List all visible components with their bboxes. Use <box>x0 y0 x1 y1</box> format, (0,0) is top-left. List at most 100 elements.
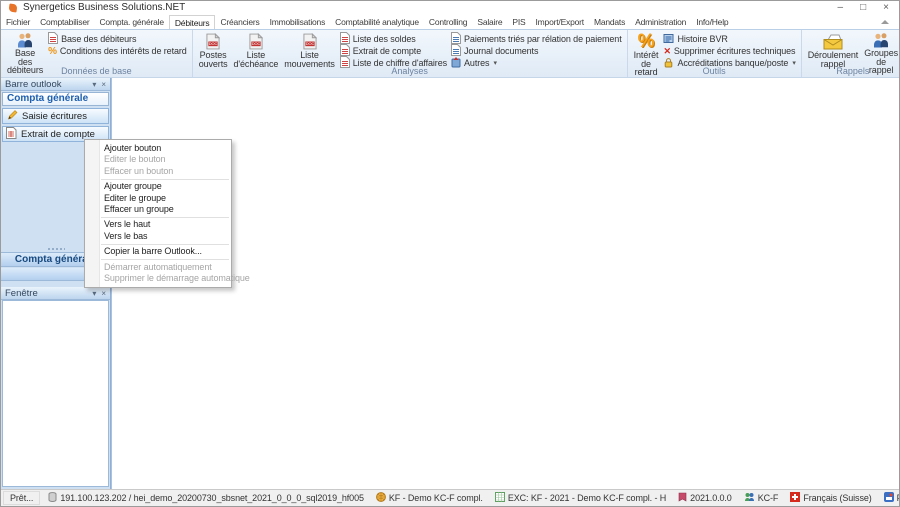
tab-creanciers[interactable]: Créanciers <box>215 15 264 29</box>
minimize-button[interactable]: – <box>838 1 844 14</box>
status-text: KF - Demo KC-F compl. <box>388 493 483 503</box>
menu-item-editer-le-groupe[interactable]: Editer le groupe <box>85 193 231 204</box>
group-label: Analyses <box>391 66 428 76</box>
app-logo-icon <box>8 3 18 13</box>
menu-separator <box>101 178 229 180</box>
small-button-label: Journal documents <box>464 46 539 56</box>
sidebar-item-saisie-ecritures[interactable]: Saisie écritures <box>2 108 109 124</box>
status-text: 191.100.123.202 / hei_demo_20200730_sbsn… <box>60 493 364 503</box>
status-company: KF - Demo KC-F compl. <box>370 492 489 504</box>
fenetre-panel-header: Fenêtre ▾ × <box>1 287 110 300</box>
histoire-bvr-button[interactable]: Histoire BVR <box>661 33 797 45</box>
postes-ouverts-button[interactable]: DOC Postes ouverts <box>196 32 231 68</box>
menu-item-effacer-un-groupe[interactable]: Effacer un groupe <box>85 204 231 215</box>
groupes-de-rappel-button[interactable]: Groupes de rappel <box>861 32 899 74</box>
menu-item-vers-le-haut[interactable]: Vers le haut <box>85 219 231 230</box>
tab-info-help[interactable]: Info/Help <box>691 15 733 29</box>
tab-pis[interactable]: PIS <box>507 15 530 29</box>
tab-salaire[interactable]: Salaire <box>472 15 507 29</box>
small-button-label: Liste des soldes <box>352 34 416 44</box>
base-des-debiteurs-small-button[interactable]: Base des débiteurs <box>46 32 189 46</box>
maximize-button[interactable]: □ <box>860 1 866 14</box>
doc-report-icon: DOC <box>302 32 317 51</box>
bvr-history-icon <box>663 33 674 46</box>
status-text: 2021.0.0.0 <box>690 493 732 503</box>
status-text: KC-F <box>757 493 779 503</box>
tab-controlling[interactable]: Controlling <box>424 15 472 29</box>
liste-mouvements-button[interactable]: DOC Liste mouvements <box>281 32 338 68</box>
menu-item-demarrer-automatiquement: Démarrer automatiquement <box>104 261 212 272</box>
users-icon <box>744 492 755 504</box>
app-window: Synergetics Business Solutions.NET – □ ×… <box>0 0 900 507</box>
version-icon <box>678 492 687 504</box>
small-button-label: Base des débiteurs <box>61 34 137 44</box>
menu-item-ajouter-groupe[interactable]: Ajouter groupe <box>85 181 231 192</box>
panel-title: Fenêtre <box>5 287 38 299</box>
percent-icon: % <box>637 31 655 52</box>
interet-de-retard-button[interactable]: % Intérêt de retard <box>631 31 662 76</box>
delete-x-icon: ✕ <box>663 45 671 56</box>
tab-comptabilite-analytique[interactable]: Comptabilité analytique <box>330 15 424 29</box>
people-icon <box>872 32 890 49</box>
status-exercise: EXC: KF - 2021 - Demo KC-F compl. - H <box>489 492 672 504</box>
sidebar-item-label: Saisie écritures <box>22 110 87 122</box>
ribbon-tab-bar: Fichier Comptabiliser Compta. générale D… <box>1 15 899 29</box>
journal-documents-button[interactable]: Journal documents <box>449 44 624 57</box>
sidebar-group-header: Compta générale <box>2 92 109 106</box>
status-text: EXC: KF - 2021 - Demo KC-F compl. - H <box>507 493 667 503</box>
small-button-label: Conditions des intérêts de retard <box>59 46 187 56</box>
document-icon <box>48 32 59 46</box>
tab-compta-generale[interactable]: Compta. générale <box>94 15 168 29</box>
supprimer-ecritures-button[interactable]: ✕ Supprimer écritures techniques <box>661 45 797 57</box>
liste-des-soldes-button[interactable]: Liste des soldes <box>338 32 449 45</box>
svg-text:DOC: DOC <box>252 41 261 46</box>
group-label: Outils <box>702 66 726 76</box>
ribbon-group-analyses: DOC Postes ouverts DOC Liste d'échéance … <box>193 30 628 77</box>
panel-close-icon[interactable]: × <box>101 287 106 300</box>
app-icon <box>883 492 894 504</box>
tab-debiteurs[interactable]: Débiteurs <box>168 15 216 29</box>
panel-dropdown-icon[interactable]: ▾ <box>92 78 96 91</box>
status-ready-cell: Prêt... <box>3 491 41 505</box>
menu-item-editer-le-bouton: Editer le bouton <box>104 154 166 165</box>
statement-document-icon <box>6 126 17 142</box>
tab-administration[interactable]: Administration <box>630 15 691 29</box>
small-button-label: Histoire BVR <box>677 34 728 44</box>
menu-item-vers-le-bas[interactable]: Vers le bas <box>85 231 231 242</box>
liste-echeance-button[interactable]: DOC Liste d'échéance <box>231 32 282 68</box>
menu-item-supprimer-demarrage-automatique: Supprimer le démarrage automatique <box>104 272 250 283</box>
ribbon-group-donnees-de-base: Base des débiteurs Base des débiteurs % … <box>1 30 193 77</box>
menu-item-ajouter-bouton[interactable]: Ajouter bouton <box>85 143 231 154</box>
tab-immobilisations[interactable]: Immobilisations <box>265 15 331 29</box>
sidebar-item-label: Extrait de compte <box>21 128 95 140</box>
flag-icon <box>790 492 801 504</box>
status-text: Français (Suisse) <box>803 493 872 503</box>
tab-fichier[interactable]: Fichier <box>1 15 35 29</box>
doc-report-icon: DOC <box>249 32 263 51</box>
people-icon <box>16 32 34 49</box>
menu-separator <box>101 243 229 245</box>
base-des-debiteurs-button[interactable]: Base des débiteurs <box>4 32 46 74</box>
window-title: Synergetics Business Solutions.NET <box>23 2 186 13</box>
ribbon-collapse-icon[interactable] <box>881 20 889 24</box>
menu-item-copier-la-barre-outlook[interactable]: Copier la barre Outlook... <box>85 246 231 257</box>
menu-item-effacer-un-bouton: Effacer un bouton <box>104 165 174 176</box>
extrait-de-compte-button[interactable]: Extrait de compte <box>338 44 449 57</box>
outlook-bar-context-menu: Ajouter bouton Editer le bouton Effacer … <box>84 139 250 289</box>
envelope-icon <box>823 32 843 51</box>
pencil-icon <box>6 109 18 124</box>
tab-comptabiliser[interactable]: Comptabiliser <box>35 15 94 29</box>
conditions-interets-retard-button[interactable]: % Conditions des intérêts de retard <box>46 45 189 57</box>
status-language: Français (Suisse) <box>784 492 877 504</box>
deroulement-rappel-button[interactable]: Déroulement rappel <box>805 32 861 68</box>
close-button[interactable]: × <box>883 1 889 14</box>
group-label: Données de base <box>61 66 132 76</box>
tab-mandats[interactable]: Mandats <box>589 15 630 29</box>
ribbon: Base des débiteurs Base des débiteurs % … <box>1 29 899 78</box>
status-version: 2021.0.0.0 <box>672 492 738 504</box>
panel-dropdown-icon[interactable]: ▾ <box>92 287 96 300</box>
spreadsheet-icon <box>494 492 505 504</box>
paiements-tries-button[interactable]: Paiements triés par rélation de paiement <box>449 32 624 45</box>
tab-import-export[interactable]: Import/Export <box>531 15 589 29</box>
panel-close-icon[interactable]: × <box>101 78 106 91</box>
